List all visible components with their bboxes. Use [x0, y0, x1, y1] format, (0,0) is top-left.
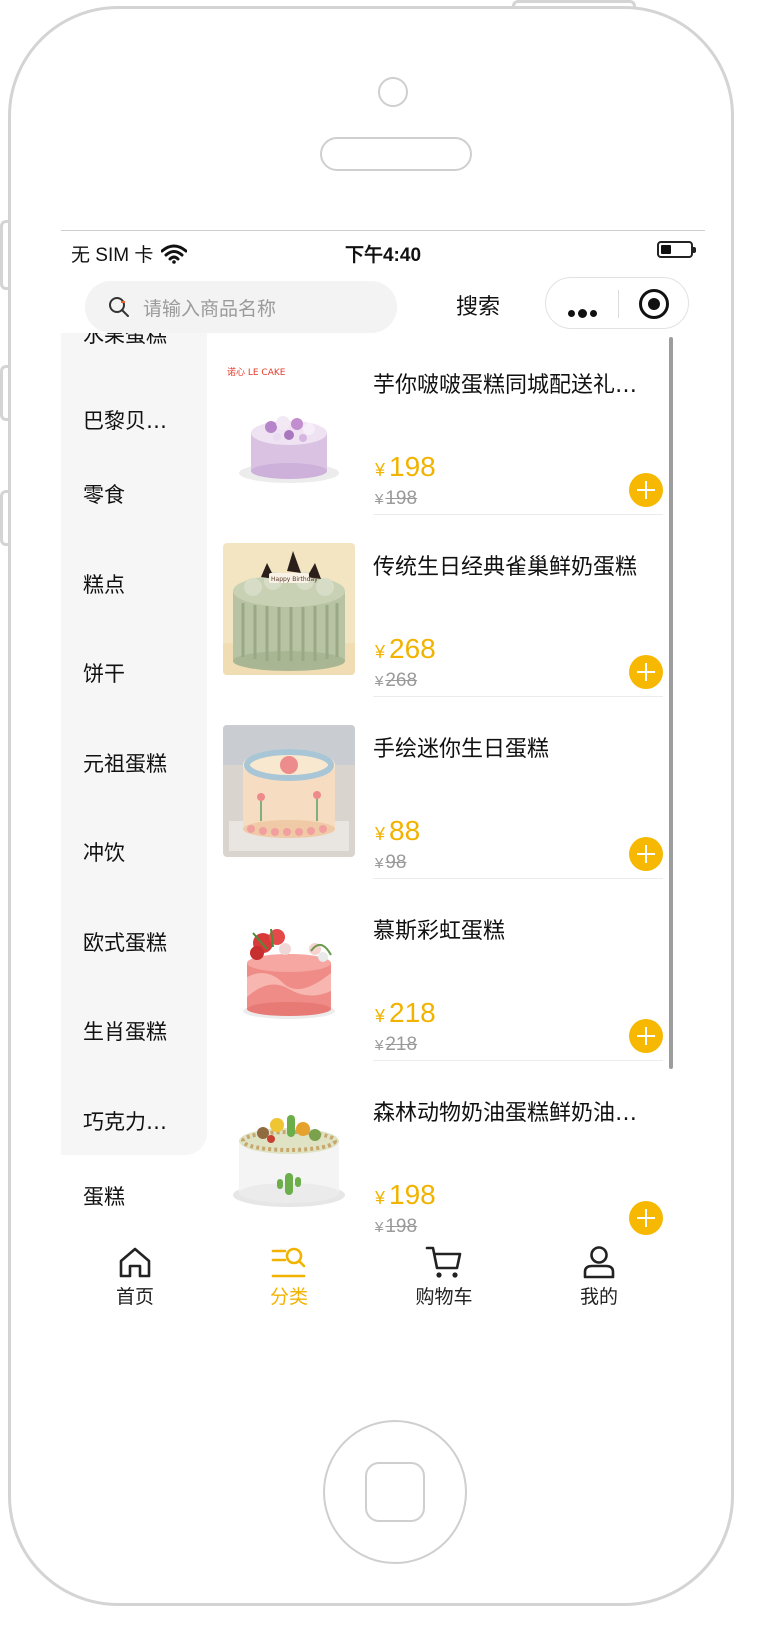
home-button-square: [365, 1462, 425, 1522]
front-camera: [378, 77, 408, 107]
product-original-price: ¥98: [375, 852, 407, 873]
product-price: ¥198: [375, 1179, 436, 1210]
earpiece-speaker: [320, 137, 472, 171]
search-icon: [109, 297, 129, 317]
product-price: ¥88: [375, 815, 421, 846]
cart-icon: [425, 1246, 462, 1278]
tab-cart[interactable]: 购物车: [384, 1244, 504, 1306]
product-image: [223, 1089, 355, 1221]
tab-label: 首页: [115, 1286, 154, 1306]
brand-logo: 诺心 LE CAKE: [227, 367, 286, 378]
product-card[interactable]: Happy Birthday 传统生日经典雀巢鲜奶蛋糕 ¥268 ¥268: [207, 515, 705, 697]
add-to-cart-button[interactable]: [629, 655, 663, 689]
category-item[interactable]: 水果蛋糕: [83, 333, 193, 349]
product-title: 慕斯彩虹蛋糕: [373, 919, 506, 944]
category-search-icon: [271, 1247, 306, 1278]
category-item[interactable]: 零食: [83, 479, 193, 509]
product-list-scrollbar[interactable]: [669, 337, 673, 1069]
product-original-price: ¥268: [375, 670, 418, 691]
product-card[interactable]: 森林动物奶油蛋糕鲜奶油… ¥198 ¥198: [207, 1061, 705, 1238]
category-sidebar: 水果蛋糕 巴黎贝… 零食 糕点 饼干 元祖蛋糕 冲饮 欧式蛋糕 生肖蛋糕 巧克力…: [61, 333, 207, 1155]
product-price: ¥198: [375, 451, 436, 482]
tab-label: 购物车: [415, 1286, 473, 1306]
product-original-price: ¥198: [375, 1216, 418, 1237]
product-list: 诺心 LE CAKE 芋你啵啵蛋糕同城配送礼… ¥198 ¥198 Happy …: [207, 333, 705, 1238]
tab-label: 我的: [579, 1286, 618, 1306]
app-screen: 无 SIM 卡 下午4:40 请输入商品名称 搜索 水果蛋糕 巴黎贝… 零食 糕…: [61, 230, 705, 1306]
product-card[interactable]: 慕斯彩虹蛋糕 ¥218 ¥218: [207, 879, 705, 1061]
category-item[interactable]: 巴黎贝…: [83, 405, 193, 435]
tab-category[interactable]: 分类: [229, 1244, 349, 1306]
battery-icon: [657, 241, 696, 258]
product-price: ¥218: [375, 997, 436, 1028]
tab-home[interactable]: 首页: [75, 1244, 195, 1306]
product-price: ¥268: [375, 633, 436, 664]
more-icon[interactable]: [568, 302, 600, 321]
product-title: 森林动物奶油蛋糕鲜奶油…: [373, 1101, 638, 1126]
product-title: 芋你啵啵蛋糕同城配送礼…: [373, 373, 638, 398]
category-item[interactable]: 巧克力…: [83, 1106, 193, 1136]
add-to-cart-button[interactable]: [629, 837, 663, 871]
product-title: 手绘迷你生日蛋糕: [373, 737, 550, 762]
mini-program-capsule: [545, 277, 689, 329]
home-icon: [119, 1247, 151, 1278]
bottom-tab-bar: 首页 分类 购物车 我的: [61, 1238, 705, 1306]
category-item[interactable]: 糕点: [83, 569, 193, 599]
close-miniprogram-icon[interactable]: [639, 289, 669, 319]
product-image: [223, 907, 355, 1039]
search-button[interactable]: 搜索: [456, 289, 500, 321]
product-card[interactable]: 手绘迷你生日蛋糕 ¥88 ¥98: [207, 697, 705, 879]
product-image: Happy Birthday: [223, 543, 355, 675]
add-to-cart-button[interactable]: [629, 473, 663, 507]
product-image: 诺心 LE CAKE: [223, 361, 355, 493]
status-time: 下午4:40: [344, 245, 422, 266]
search-placeholder: 请输入商品名称: [143, 297, 277, 320]
category-item[interactable]: 欧式蛋糕: [83, 927, 193, 957]
category-item[interactable]: 生肖蛋糕: [83, 1016, 193, 1046]
category-item[interactable]: 饼干: [83, 658, 193, 688]
search-input[interactable]: 请输入商品名称: [85, 281, 397, 333]
product-original-price: ¥218: [375, 1034, 418, 1055]
product-title: 传统生日经典雀巢鲜奶蛋糕: [373, 555, 638, 580]
category-item-active[interactable]: 蛋糕: [83, 1181, 125, 1211]
add-to-cart-button[interactable]: [629, 1019, 663, 1053]
cake-plaque-text: Happy Birthday: [271, 576, 318, 583]
tab-label: 分类: [269, 1286, 308, 1306]
add-to-cart-button[interactable]: [629, 1201, 663, 1235]
status-bar: 无 SIM 卡 下午4:40: [61, 231, 705, 271]
product-card[interactable]: 诺心 LE CAKE 芋你啵啵蛋糕同城配送礼… ¥198 ¥198: [207, 333, 705, 515]
tab-profile[interactable]: 我的: [539, 1244, 659, 1306]
product-image: [223, 725, 355, 857]
user-icon: [583, 1246, 615, 1279]
product-original-price: ¥198: [375, 488, 418, 509]
category-item[interactable]: 冲饮: [83, 837, 193, 867]
category-item[interactable]: 元祖蛋糕: [83, 748, 193, 778]
capsule-divider: [618, 290, 619, 318]
